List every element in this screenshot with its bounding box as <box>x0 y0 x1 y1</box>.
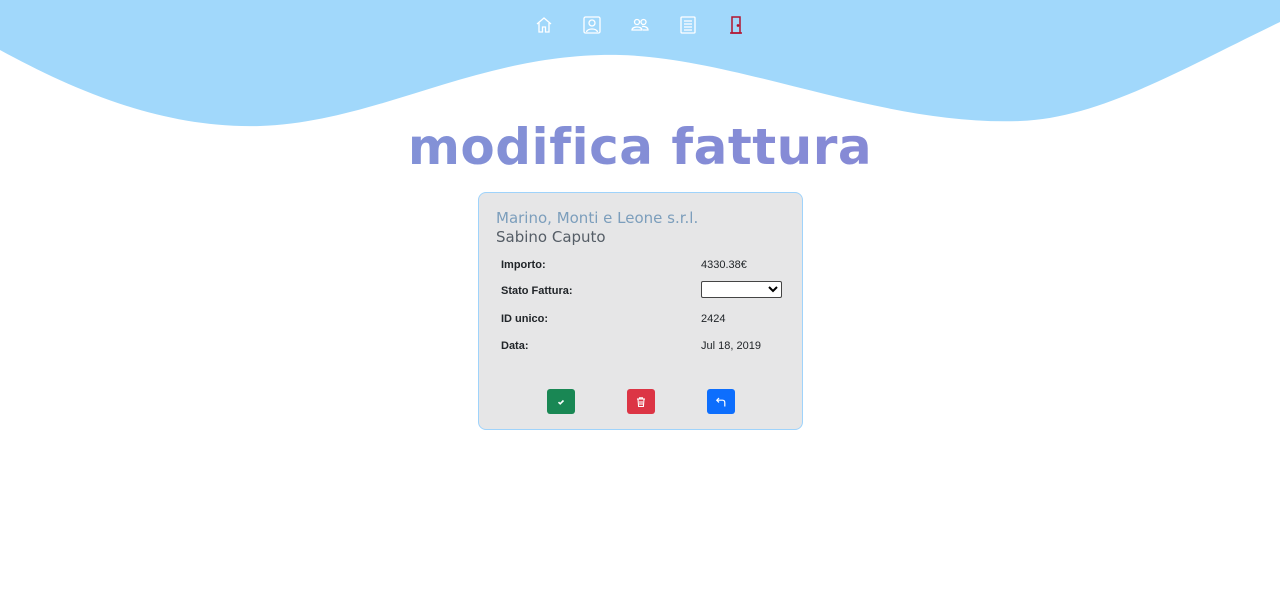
invoice-list-icon <box>680 16 696 34</box>
nav-home[interactable] <box>534 14 554 36</box>
delete-button[interactable] <box>627 389 655 414</box>
trash-icon <box>637 396 645 407</box>
date-value: Jul 18, 2019 <box>701 340 761 352</box>
id-label: ID unico: <box>501 313 549 325</box>
status-select[interactable] <box>701 281 782 298</box>
date-row: Data: Jul 18, 2019 <box>501 337 786 357</box>
status-label: Stato Fattura: <box>501 285 573 297</box>
check-icon <box>557 399 565 405</box>
return-arrow-icon <box>715 397 726 406</box>
status-row: Stato Fattura: <box>501 281 786 301</box>
nav-users[interactable] <box>630 14 650 36</box>
users-icon <box>631 18 649 31</box>
user-profile-icon <box>583 16 601 34</box>
id-row: ID unico: 2424 <box>501 310 786 330</box>
id-value: 2424 <box>701 313 726 325</box>
company-name: Marino, Monti e Leone s.r.l. <box>496 209 699 227</box>
top-nav <box>0 14 1280 36</box>
home-icon <box>536 17 552 33</box>
amount-row: Importo: 4330.38€ <box>501 256 786 276</box>
nav-invoices[interactable] <box>678 14 698 36</box>
nav-profile[interactable] <box>582 14 602 36</box>
date-label: Data: <box>501 340 529 352</box>
page-title: modifica fattura <box>0 118 1280 176</box>
invoice-card: Marino, Monti e Leone s.r.l. Sabino Capu… <box>478 192 803 430</box>
amount-label: Importo: <box>501 259 546 271</box>
save-button[interactable] <box>547 389 575 414</box>
back-button[interactable] <box>707 389 735 414</box>
nav-logout[interactable] <box>726 14 746 36</box>
amount-value: 4330.38€ <box>701 259 747 271</box>
contact-name: Sabino Caputo <box>496 228 606 246</box>
exit-door-icon <box>730 16 742 34</box>
